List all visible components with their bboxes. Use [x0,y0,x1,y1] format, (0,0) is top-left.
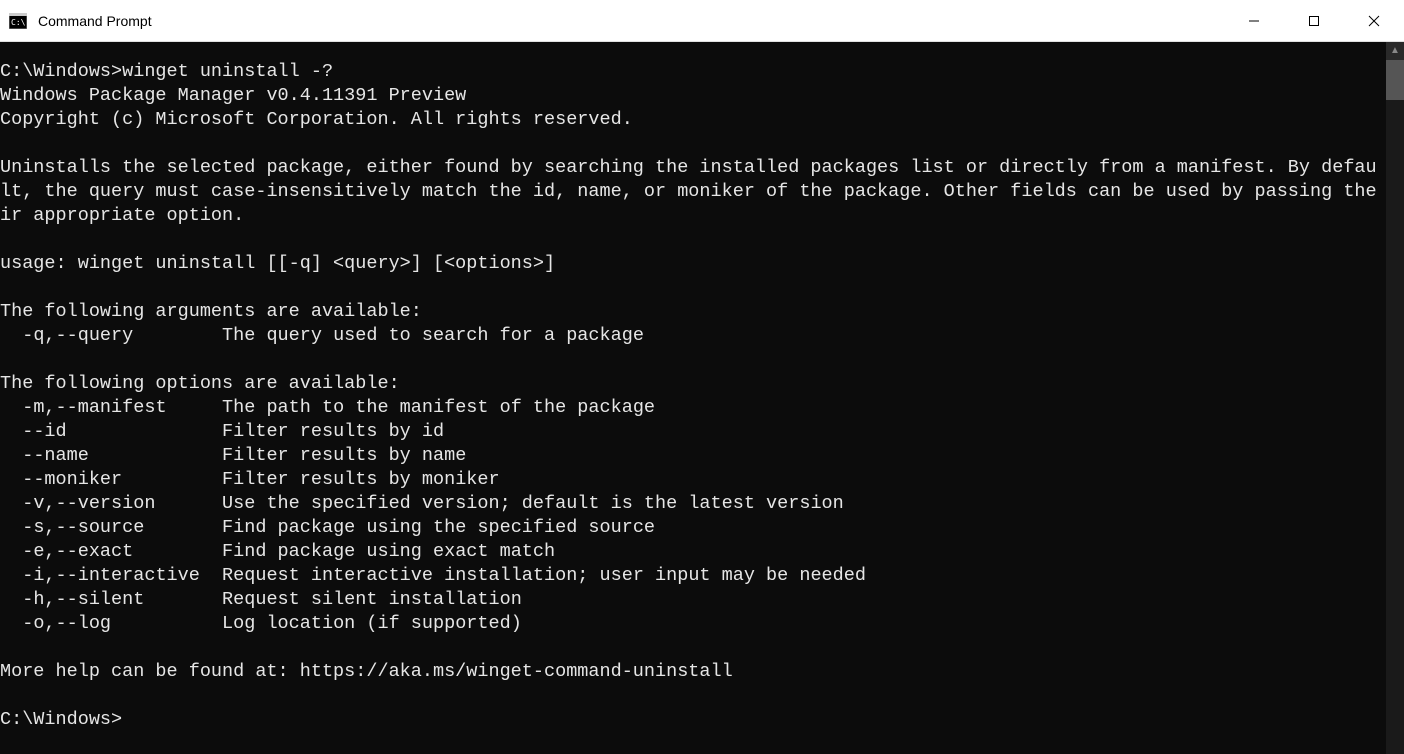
maximize-button[interactable] [1284,0,1344,41]
minimize-button[interactable] [1224,0,1284,41]
terminal-area: C:\Windows>winget uninstall -? Windows P… [0,42,1404,754]
window-title: Command Prompt [38,13,1224,29]
chevron-up-icon: ▲ [1390,46,1400,56]
window-controls [1224,0,1404,41]
scroll-thumb[interactable] [1386,60,1404,100]
close-button[interactable] [1344,0,1404,41]
titlebar: C:\ Command Prompt [0,0,1404,42]
scroll-up-button[interactable]: ▲ [1386,42,1404,60]
svg-text:C:\: C:\ [11,18,26,27]
terminal-output[interactable]: C:\Windows>winget uninstall -? Windows P… [0,42,1386,754]
cmd-icon: C:\ [8,11,28,31]
vertical-scrollbar[interactable]: ▲ [1386,42,1404,754]
